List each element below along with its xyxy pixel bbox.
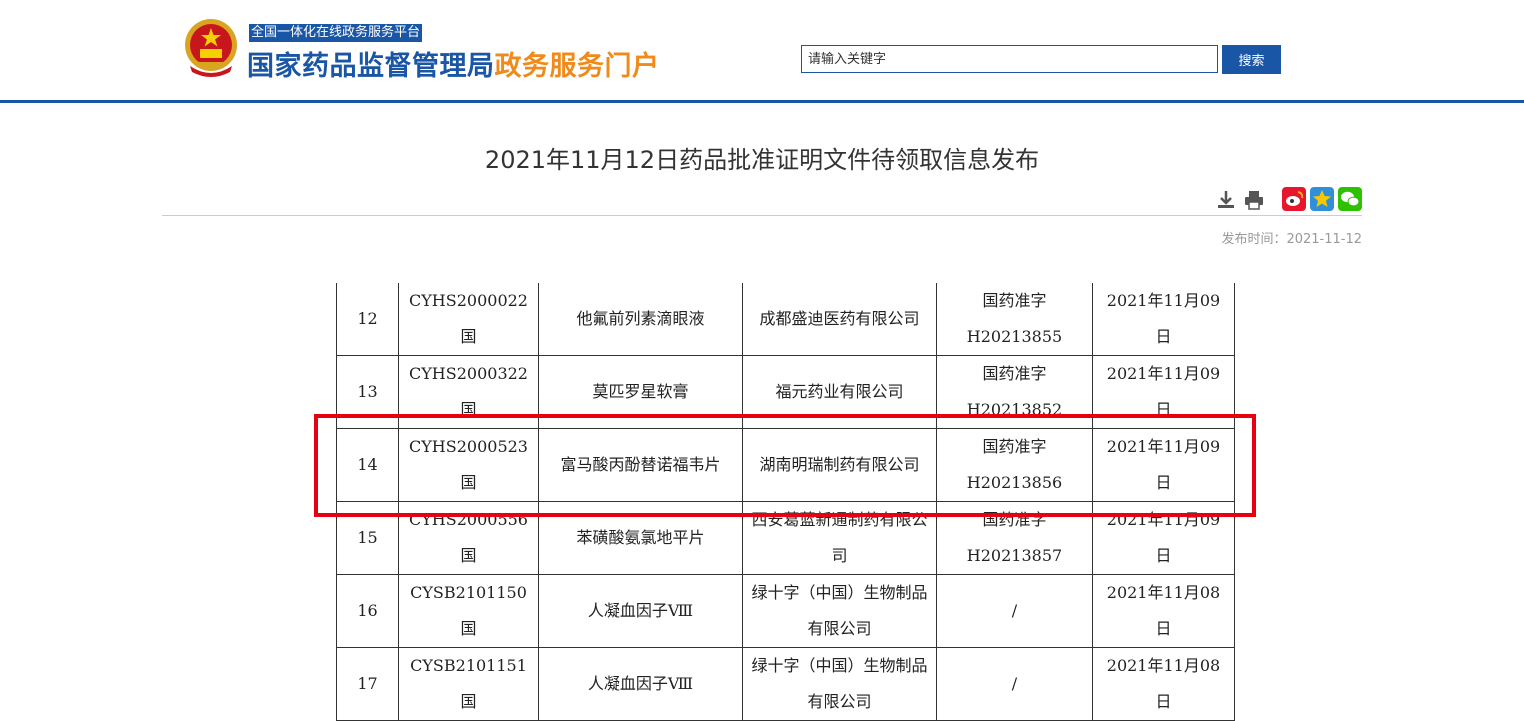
company-name: 绿十字（中国）生物制品有限公司 (742, 647, 937, 721)
weibo-icon[interactable] (1282, 187, 1306, 211)
site-title-blue: 国家药品监督管理局 (247, 51, 495, 82)
table-row: 12 CYHS2000022国 他氟前列素滴眼液 成都盛迪医药有限公司 国药准字… (336, 283, 1235, 356)
table-row: 16 CYSB2101150国 人凝血因子Ⅷ 绿十字（中国）生物制品有限公司 /… (336, 574, 1235, 648)
approval-date: 2021年11月09日 (1092, 283, 1235, 356)
company-name: 福元药业有限公司 (742, 355, 937, 429)
company-name: 西安葛蓝新通制药有限公司 (742, 501, 937, 575)
approval-date: 2021年11月08日 (1092, 647, 1235, 721)
company-name: 成都盛迪医药有限公司 (742, 283, 937, 356)
table-row: 13 CYHS2000322国 莫匹罗星软膏 福元药业有限公司 国药准字H202… (336, 355, 1235, 429)
approval-number: / (936, 647, 1093, 721)
acceptance-number: CYHS2000022国 (398, 283, 539, 356)
site-title-orange: 政务服务门户 (494, 51, 660, 82)
acceptance-number: CYHS2000322国 (398, 355, 539, 429)
download-icon[interactable] (1214, 188, 1238, 212)
title-divider (162, 215, 1362, 216)
wechat-icon[interactable] (1338, 187, 1362, 211)
approval-number: 国药准字H20213855 (936, 283, 1093, 356)
platform-subtitle: 全国一体化在线政务服务平台 (249, 24, 423, 42)
company-name: 绿十字（中国）生物制品有限公司 (742, 574, 937, 648)
print-icon[interactable] (1242, 188, 1266, 212)
row-number: 17 (336, 647, 399, 721)
row-number: 14 (336, 428, 399, 502)
approval-number: 国药准字H20213856 (936, 428, 1093, 502)
drug-name: 人凝血因子Ⅷ (538, 574, 743, 648)
drug-name: 富马酸丙酚替诺福韦片 (538, 428, 743, 502)
drug-name: 莫匹罗星软膏 (538, 355, 743, 429)
table-row: 17 CYSB2101151国 人凝血因子Ⅷ 绿十字（中国）生物制品有限公司 /… (336, 647, 1235, 721)
approval-number: 国药准字H20213852 (936, 355, 1093, 429)
row-number: 16 (336, 574, 399, 648)
site-header: 全国一体化在线政务服务平台 国家药品监督管理局政务服务门户 搜索 (0, 0, 1524, 103)
publish-time: 发布时间：2021-11-12 (1221, 232, 1362, 247)
approval-date: 2021年11月09日 (1092, 501, 1235, 575)
acceptance-number: CYSB2101150国 (398, 574, 539, 648)
company-name: 湖南明瑞制药有限公司 (742, 428, 937, 502)
acceptance-number: CYSB2101151国 (398, 647, 539, 721)
approval-date: 2021年11月09日 (1092, 355, 1235, 429)
qzone-icon[interactable] (1310, 187, 1334, 211)
drug-name: 他氟前列素滴眼液 (538, 283, 743, 356)
approval-number: / (936, 574, 1093, 648)
acceptance-number: CYHS2000556国 (398, 501, 539, 575)
row-number: 13 (336, 355, 399, 429)
row-number: 12 (336, 283, 399, 356)
acceptance-number: CYHS2000523国 (398, 428, 539, 502)
approval-date: 2021年11月09日 (1092, 428, 1235, 502)
approval-number: 国药准字H20213857 (936, 501, 1093, 575)
national-emblem-icon (185, 19, 237, 77)
table-row: 15 CYHS2000556国 苯磺酸氨氯地平片 西安葛蓝新通制药有限公司 国药… (336, 501, 1235, 575)
search-input[interactable] (801, 45, 1218, 73)
page-title: 2021年11月12日药品批准证明文件待领取信息发布 (484, 146, 1040, 174)
approval-table: 12 CYHS2000022国 他氟前列素滴眼液 成都盛迪医药有限公司 国药准字… (336, 283, 1235, 721)
drug-name: 苯磺酸氨氯地平片 (538, 501, 743, 575)
table-row: 14 CYHS2000523国 富马酸丙酚替诺福韦片 湖南明瑞制药有限公司 国药… (336, 428, 1235, 502)
search-button[interactable]: 搜索 (1222, 45, 1281, 74)
approval-date: 2021年11月08日 (1092, 574, 1235, 648)
drug-name: 人凝血因子Ⅷ (538, 647, 743, 721)
row-number: 15 (336, 501, 399, 575)
site-logo-title[interactable]: 国家药品监督管理局政务服务门户 (247, 44, 660, 83)
